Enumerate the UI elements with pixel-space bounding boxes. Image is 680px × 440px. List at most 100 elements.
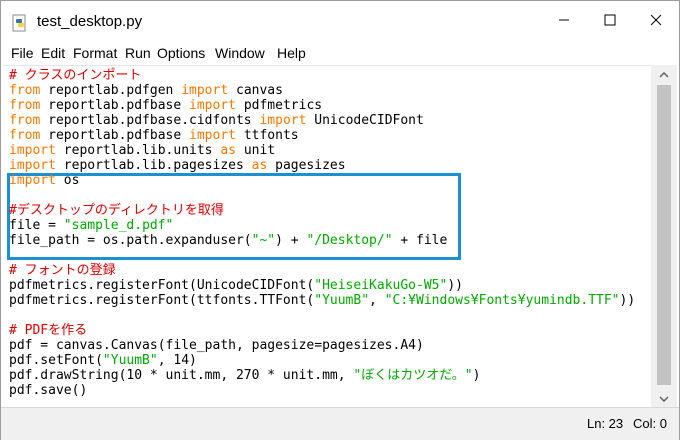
code-keyword: as — [251, 158, 268, 173]
code-line: from reportlab.pdfbase.cidfonts import U… — [9, 113, 424, 128]
code-string: "HeiseiKakuGo-W5" — [314, 278, 448, 293]
code-string: "/Desktop/" — [306, 233, 393, 248]
code-text: ) — [472, 368, 481, 383]
code-text: ) + — [275, 233, 307, 248]
code-line: pdfmetrics.registerFont(ttfonts.TTFont("… — [9, 293, 635, 308]
code-line: # クラスのインポート — [9, 68, 141, 83]
code-line: pdfmetrics.registerFont(UnicodeCIDFont("… — [9, 278, 463, 293]
code-text: canvas — [228, 83, 283, 98]
status-line: Ln: 23 — [587, 416, 624, 431]
code-line: import os — [9, 173, 79, 188]
code-keyword: import — [181, 83, 229, 98]
code-line: #デスクトップのディレクトリを取得 — [9, 203, 224, 218]
minimize-icon — [558, 13, 570, 31]
scroll-thumb[interactable] — [657, 85, 671, 385]
code-text: pdfmetrics.registerFont(ttfonts.TTFont( — [9, 293, 315, 308]
maximize-button[interactable] — [587, 1, 633, 43]
scroll-up-button[interactable] — [651, 65, 677, 83]
code-string: "ぼくはカツオだ。" — [353, 368, 473, 383]
code-text: reportlab.pdfbase.cidfonts — [40, 113, 260, 128]
code-line: pdf.save() — [9, 383, 87, 398]
code-keyword: import — [189, 128, 236, 143]
code-line: file = "sample_d.pdf" — [9, 218, 173, 233]
maximize-icon — [604, 13, 616, 31]
code-editor[interactable]: # クラスのインポート from reportlab.pdfgen import … — [3, 65, 651, 406]
code-string: "C:¥Windows¥Fonts¥yumindb.TTF" — [384, 293, 620, 308]
code-string: "sample_d.pdf" — [63, 218, 174, 233]
code-string: "YuumB" — [102, 353, 158, 368]
code-text: , — [369, 293, 385, 308]
code-line: import reportlab.lib.units as unit — [9, 143, 275, 158]
code-keyword: import — [189, 98, 236, 113]
code-keyword: from — [9, 98, 41, 113]
code-line: from reportlab.pdfgen import canvas — [9, 83, 283, 98]
scroll-down-button[interactable] — [651, 389, 677, 407]
code-keyword: import — [9, 158, 56, 173]
code-text: reportlab.pdfbase — [40, 98, 190, 113]
menu-bar: File Edit Format Run Options Window Help — [1, 43, 679, 65]
code-line: pdf.drawString(10 * unit.mm, 270 * unit.… — [9, 368, 480, 383]
minimize-button[interactable] — [541, 1, 587, 43]
code-text: pdfmetrics.registerFont(UnicodeCIDFont( — [9, 278, 315, 293]
code-text: pdfmetrics — [236, 98, 323, 113]
code-keyword: import — [9, 143, 56, 158]
menu-format[interactable]: Format — [73, 45, 117, 61]
code-text: )) — [619, 293, 636, 308]
code-line: file_path = os.path.expanduser("~") + "/… — [9, 233, 447, 248]
code-keyword: from — [9, 128, 41, 143]
status-col: Col: 0 — [633, 416, 667, 431]
code-comment: #デスクトップのディレクトリを取得 — [9, 203, 224, 218]
close-icon — [650, 13, 662, 31]
close-button[interactable] — [633, 1, 679, 43]
code-comment: # フォントの登録 — [9, 263, 116, 278]
code-keyword: from — [9, 113, 41, 128]
code-text: , 14) — [157, 353, 197, 368]
menu-help[interactable]: Help — [277, 45, 306, 61]
code-string: "YuumB" — [314, 293, 370, 308]
title-bar[interactable]: test_desktop.py — [1, 1, 679, 43]
code-line: pdf = canvas.Canvas(file_path, pagesize=… — [9, 338, 424, 353]
code-text: reportlab.pdfgen — [40, 83, 182, 98]
code-text: UnicodeCIDFont — [306, 113, 424, 128]
chevron-up-icon — [659, 65, 669, 83]
code-comment: # クラスのインポート — [9, 68, 142, 83]
menu-window[interactable]: Window — [215, 45, 265, 61]
menu-run[interactable]: Run — [125, 45, 151, 61]
chevron-down-icon — [659, 389, 669, 407]
code-line: import reportlab.lib.pagesizes as pagesi… — [9, 158, 346, 173]
menu-file[interactable]: File — [11, 45, 34, 61]
menu-options[interactable]: Options — [157, 45, 205, 61]
code-text: unit — [236, 143, 276, 158]
code-line: # フォントの登録 — [9, 263, 116, 278]
code-text: ttfonts — [236, 128, 299, 143]
code-line: from reportlab.pdfbase import ttfonts — [9, 128, 299, 143]
code-keyword: as — [220, 143, 236, 158]
code-string: "~" — [251, 233, 276, 248]
idle-editor-window: test_desktop.py File Edit Format Run Opt… — [0, 0, 680, 440]
code-text: )) — [447, 278, 463, 293]
code-text: file_path = os.path.expanduser( — [9, 233, 252, 248]
code-text: reportlab.lib.pagesizes — [55, 158, 252, 173]
code-text: pdf.setFont( — [9, 353, 103, 368]
code-text: file = — [9, 218, 64, 233]
code-text: reportlab.pdfbase — [40, 128, 190, 143]
code-text: reportlab.lib.units — [55, 143, 221, 158]
vertical-scrollbar[interactable] — [651, 65, 677, 407]
code-line: from reportlab.pdfbase import pdfmetrics — [9, 98, 322, 113]
window-title: test_desktop.py — [37, 13, 143, 30]
code-line: # PDFを作る — [9, 323, 87, 338]
menu-edit[interactable]: Edit — [41, 45, 65, 61]
code-text: + file — [392, 233, 448, 248]
code-text: pdf = canvas.Canvas(file_path, pagesize=… — [9, 338, 424, 353]
code-keyword: import — [9, 173, 56, 188]
code-text: pdf.drawString(10 * unit.mm, 270 * unit.… — [9, 368, 354, 383]
code-line: pdf.setFont("YuumB", 14) — [9, 353, 197, 368]
code-comment: # PDFを作る — [9, 323, 88, 338]
code-keyword: import — [259, 113, 307, 128]
code-text: pdf.save() — [9, 383, 88, 398]
status-bar: Ln: 23 Col: 0 — [1, 407, 679, 440]
code-text: pagesizes — [267, 158, 346, 173]
python-file-icon — [11, 14, 29, 32]
code-keyword: from — [9, 83, 41, 98]
code-text: os — [55, 173, 80, 188]
